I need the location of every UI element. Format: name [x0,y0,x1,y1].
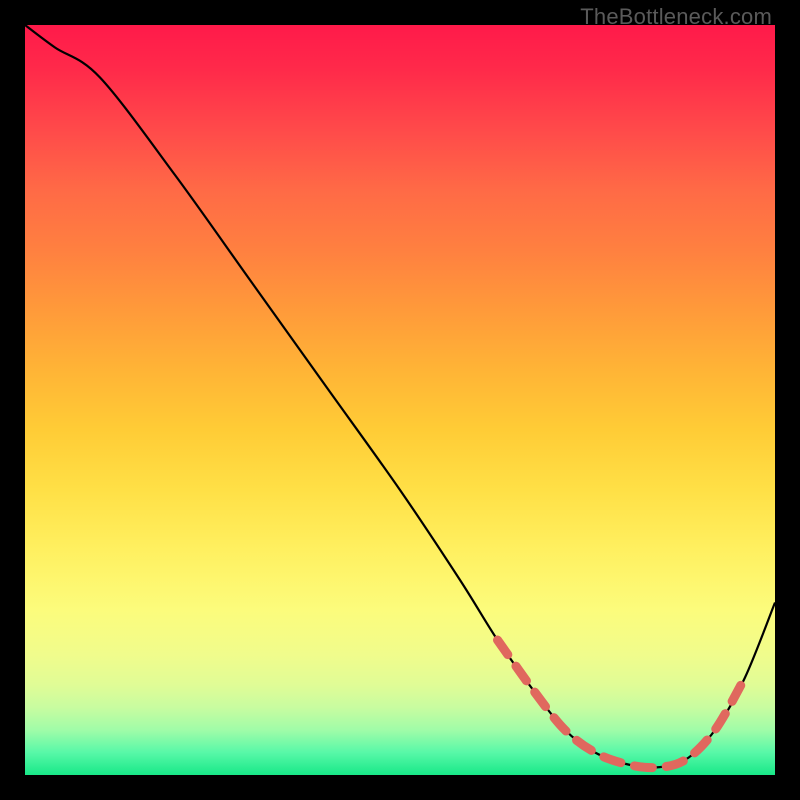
plot-area [25,25,775,775]
bottleneck-curve [25,25,775,768]
chart-svg [25,25,775,775]
chart-frame: TheBottleneck.com [0,0,800,800]
optimal-zone-dashes [498,640,746,768]
